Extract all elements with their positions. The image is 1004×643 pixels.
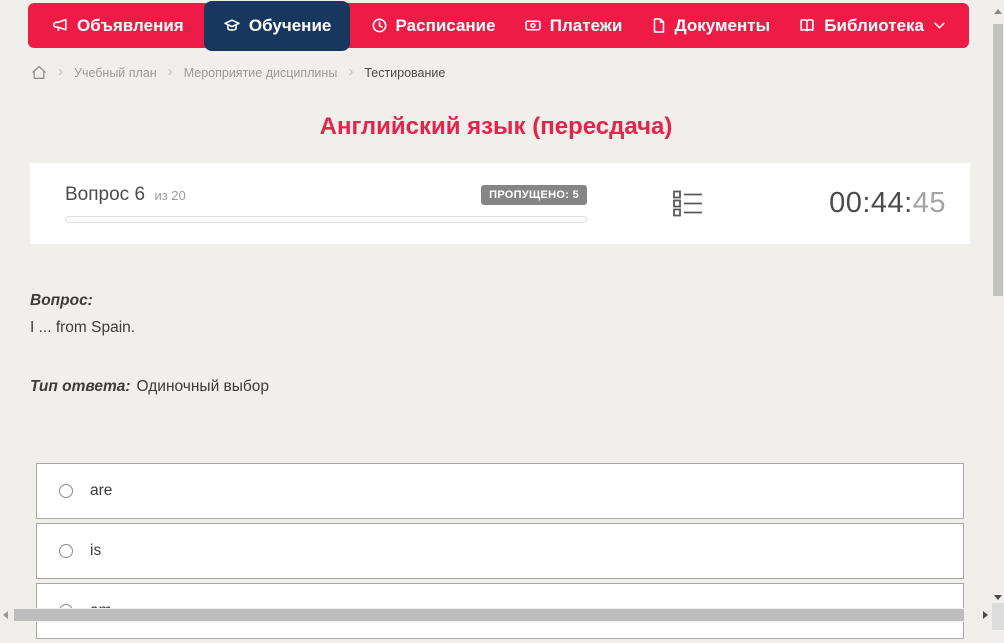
- question-number: Вопрос 6: [65, 184, 145, 205]
- question-body: Вопрос: I ... from Spain.: [30, 292, 135, 337]
- scroll-down-arrow-icon[interactable]: [994, 595, 1002, 600]
- timer-main: 00:44:: [829, 187, 913, 219]
- answer-type-label: Тип ответа:: [30, 378, 131, 395]
- book-icon: [798, 17, 816, 34]
- radio-button-icon[interactable]: [59, 544, 73, 558]
- document-icon: [651, 17, 667, 34]
- breadcrumb-item-curriculum[interactable]: Учебный план: [74, 66, 157, 80]
- option-is[interactable]: is: [36, 523, 964, 579]
- top-navigation: Объявления Обучение Расписание Платежи Д…: [28, 3, 969, 48]
- question-text: I ... from Spain.: [30, 319, 135, 337]
- question-label: Вопрос:: [30, 292, 135, 310]
- horizontal-scrollbar-thumb[interactable]: [14, 609, 964, 621]
- scroll-left-arrow-icon[interactable]: [3, 611, 8, 619]
- breadcrumb-separator-icon: ›: [168, 64, 173, 79]
- radio-button-icon[interactable]: [59, 484, 73, 498]
- nav-item-label: Обучение: [249, 16, 331, 36]
- graduation-cap-icon: [223, 17, 241, 34]
- question-counter: Вопрос 6 из 20: [65, 184, 186, 206]
- option-label: is: [90, 542, 101, 560]
- question-progress-block: Вопрос 6 из 20 ПРОПУЩЕНО: 5: [65, 184, 587, 223]
- nav-item-documents[interactable]: Документы: [651, 3, 771, 48]
- scrollbar-corner: [992, 603, 1004, 630]
- breadcrumb-separator-icon: ›: [348, 64, 353, 79]
- nav-item-label: Библиотека: [824, 16, 924, 36]
- skipped-badge: ПРОПУЩЕНО: 5: [481, 185, 587, 205]
- nav-item-payments[interactable]: Платежи: [524, 3, 623, 48]
- scroll-right-arrow-icon[interactable]: [983, 611, 988, 619]
- breadcrumb-item-testing: Тестирование: [364, 66, 445, 80]
- option-label: are: [90, 482, 112, 500]
- nav-item-library[interactable]: Библиотека: [798, 3, 945, 48]
- chevron-down-icon: [934, 22, 945, 29]
- breadcrumb-item-discipline-event[interactable]: Мероприятие дисциплины: [184, 66, 338, 80]
- nav-item-education[interactable]: Обучение: [204, 1, 350, 51]
- nav-item-label: Объявления: [77, 16, 184, 36]
- nav-item-label: Расписание: [396, 16, 496, 36]
- timer: 00:44:45: [829, 187, 946, 220]
- answer-type-value: Одиночный выбор: [137, 378, 270, 395]
- vertical-scrollbar-thumb[interactable]: [993, 24, 1003, 296]
- question-panel: Вопрос 6 из 20 ПРОПУЩЕНО: 5 00:44:45: [30, 163, 970, 244]
- nav-item-label: Платежи: [550, 16, 623, 36]
- progress-bar: [65, 216, 587, 223]
- horizontal-scrollbar[interactable]: [0, 608, 992, 622]
- breadcrumb: › Учебный план › Мероприятие дисциплины …: [31, 62, 445, 83]
- page-title: Английский язык (пересдача): [0, 113, 992, 141]
- question-list-icon[interactable]: [673, 190, 703, 217]
- nav-item-label: Документы: [675, 16, 771, 36]
- nav-item-schedule[interactable]: Расписание: [371, 3, 496, 48]
- megaphone-icon: [52, 17, 69, 34]
- nav-item-announcements[interactable]: Объявления: [52, 3, 184, 48]
- vertical-scrollbar[interactable]: [992, 0, 1004, 607]
- banknote-icon: [524, 17, 542, 34]
- home-icon[interactable]: [31, 65, 47, 80]
- timer-seconds: 45: [913, 187, 946, 219]
- scroll-up-arrow-icon[interactable]: [994, 9, 1002, 14]
- breadcrumb-separator-icon: ›: [58, 64, 63, 79]
- clock-icon: [371, 17, 388, 34]
- option-are[interactable]: are: [36, 463, 964, 519]
- answer-type-row: Тип ответа: Одиночный выбор: [30, 378, 269, 396]
- question-total: из 20: [154, 188, 185, 203]
